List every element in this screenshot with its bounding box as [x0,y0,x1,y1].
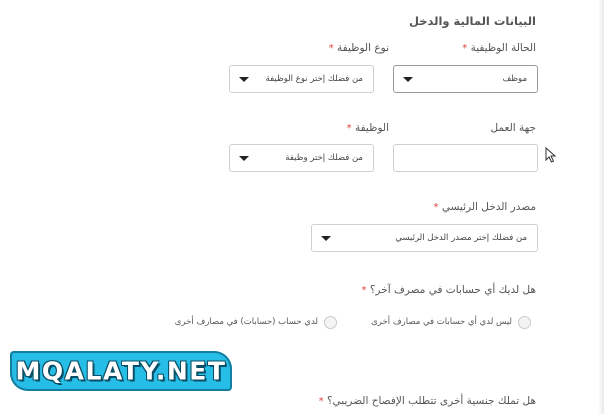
radio-no-other-accounts-label: ليس لدي أي حسابات في مصارف أخرى [371,317,512,327]
employment-status-select[interactable]: موظف [393,65,538,93]
job-type-select[interactable]: من فضلك إختر نوع الوظيفة [229,65,374,93]
job-type-label-text: نوع الوظيفة [337,42,389,54]
mouse-cursor-icon [545,147,557,163]
job-type-label: نوع الوظيفة * [329,42,389,54]
other-accounts-question: هل لديك أي حسابات في مصرف آخر؟ * [362,284,537,296]
employment-status-value: موظف [502,74,527,84]
employer-label: جهة العمل [490,122,536,134]
other-accounts-question-text: هل لديك أي حسابات في مصرف آخر؟ [369,284,536,296]
nationality-question: هل تملك جنسية أخرى تتطلب الإفصاح الضريبي… [319,395,536,407]
radio-has-other-accounts[interactable] [324,316,337,329]
chevron-down-icon [403,77,413,82]
chevron-down-icon [239,77,249,82]
income-source-label-text: مصدر الدخل الرئيسي [441,201,536,213]
income-source-label: مصدر الدخل الرئيسي * [433,201,536,213]
job-select[interactable]: من فضلك إختر وظيفة [229,144,374,172]
required-mark: * [328,43,334,54]
radio-no-other-accounts[interactable] [518,316,531,329]
required-mark: * [433,202,439,213]
required-mark: * [361,285,367,296]
page-edge [598,0,604,414]
employer-input[interactable] [393,144,538,172]
watermark-logo: MQALATY.NET [10,351,232,391]
required-mark: * [346,123,352,134]
chevron-down-icon [239,156,249,161]
income-source-value: من فضلك إختر مصدر الدخل الرئيسي [395,233,527,243]
chevron-down-icon [321,236,331,241]
employer-label-text: جهة العمل [490,122,536,134]
employment-status-label-text: الحالة الوظيفية [470,42,536,54]
employment-status-label: الحالة الوظيفية * [462,42,536,54]
required-mark: * [318,396,324,407]
radio-has-other-accounts-label: لدي حساب (حسابات) في مصارف أخرى [174,317,318,327]
job-label-text: الوظيفة [354,122,389,134]
nationality-question-text: هل تملك جنسية أخرى تتطلب الإفصاح الضريبي… [326,395,536,407]
job-label: الوظيفة * [347,122,389,134]
section-title: البيانات المالية والدخل [408,14,536,28]
required-mark: * [462,43,468,54]
job-value: من فضلك إختر وظيفة [285,153,363,163]
income-source-select[interactable]: من فضلك إختر مصدر الدخل الرئيسي [311,224,538,252]
watermark-text: MQALATY.NET [15,356,227,386]
job-type-value: من فضلك إختر نوع الوظيفة [265,74,363,84]
